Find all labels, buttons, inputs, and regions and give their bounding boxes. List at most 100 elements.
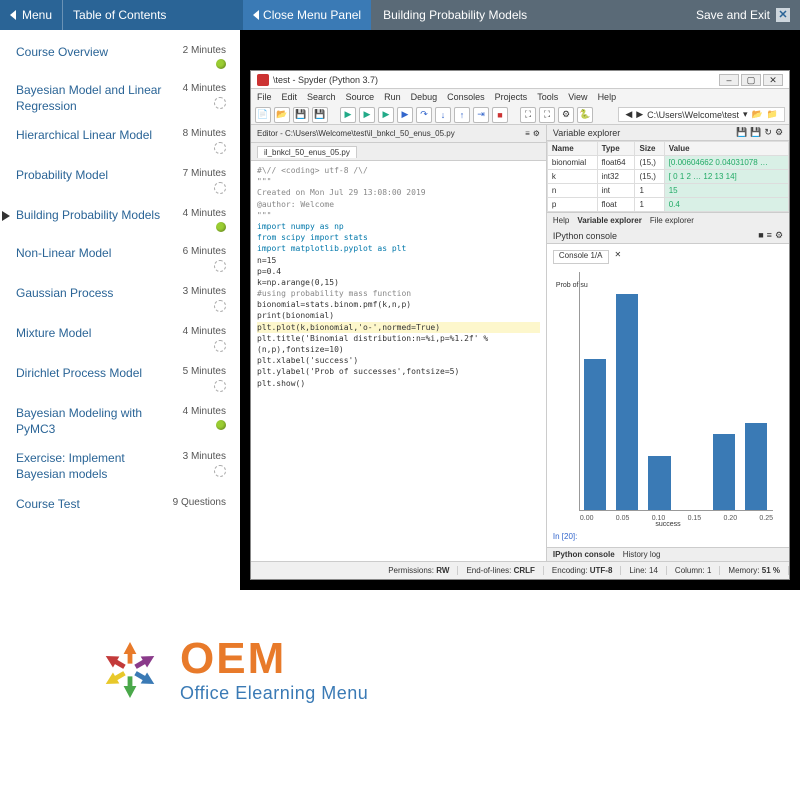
toc-item-label: Dirichlet Process Model: [16, 366, 166, 382]
toc-item[interactable]: Bayesian Model and Linear Regression4 Mi…: [0, 76, 240, 121]
toc-item-label: Bayesian Modeling with PyMC3: [16, 406, 166, 437]
new-file-icon[interactable]: 📄: [255, 107, 271, 123]
toc-item[interactable]: Course Overview2 Minutes: [0, 38, 240, 76]
variable-row[interactable]: kint32(15,)[ 0 1 2 … 12 13 14]: [547, 170, 788, 184]
bar: [616, 294, 639, 510]
toc-item[interactable]: Building Probability Models4 Minutes: [0, 201, 240, 239]
step-over-icon[interactable]: ↷: [416, 107, 432, 123]
toc-item-label: Bayesian Model and Linear Regression: [16, 83, 166, 114]
run-icon[interactable]: ▶: [340, 107, 356, 123]
panel-tab[interactable]: Variable explorer: [577, 216, 641, 225]
menubar-item[interactable]: Debug: [411, 92, 438, 102]
maximize-button[interactable]: ▢: [741, 74, 761, 86]
menubar-item[interactable]: View: [568, 92, 587, 102]
options-icon[interactable]: ⚙: [775, 127, 783, 138]
stop-icon[interactable]: ■: [492, 107, 508, 123]
logo-subtitle: Office Elearning Menu: [180, 683, 368, 704]
close-icon[interactable]: ✕: [776, 8, 790, 22]
toc-item[interactable]: Gaussian Process3 Minutes: [0, 279, 240, 319]
toc-item[interactable]: Probability Model7 Minutes: [0, 161, 240, 201]
menubar-item[interactable]: Search: [307, 92, 336, 102]
toc-item[interactable]: Exercise: Implement Bayesian models3 Min…: [0, 444, 240, 489]
console-footer-tab[interactable]: IPython console: [553, 550, 615, 559]
toc-item[interactable]: Bayesian Modeling with PyMC34 Minutes: [0, 399, 240, 444]
console-tab[interactable]: Console 1/A: [553, 250, 609, 264]
code-editor[interactable]: #\// <coding> utf-8 /\/"""Created on Mon…: [251, 161, 546, 561]
back-icon[interactable]: ◀: [625, 109, 632, 120]
menubar-item[interactable]: File: [257, 92, 272, 102]
maximize-pane-icon[interactable]: ⛶: [520, 107, 536, 123]
status-done-icon: [216, 222, 226, 232]
variable-explorer[interactable]: NameTypeSizeValuebionomialfloat64(15,)[0…: [547, 141, 789, 212]
toc-sidebar: Course Overview2 MinutesBayesian Model a…: [0, 30, 240, 590]
panel-tab[interactable]: File explorer: [650, 216, 694, 225]
status-loading-icon: [214, 97, 226, 109]
close-tab-icon[interactable]: ✕: [615, 250, 622, 264]
run-selection-icon[interactable]: ▶: [378, 107, 394, 123]
open-icon[interactable]: 📂: [274, 107, 290, 123]
save-icon[interactable]: 💾: [293, 107, 309, 123]
variable-row[interactable]: bionomialfloat64(15,)[0.00604662 0.04031…: [547, 156, 788, 170]
options-icon[interactable]: ≡: [767, 230, 772, 241]
plot-ylabel: Prob of su: [556, 282, 588, 289]
parent-folder-icon[interactable]: 📁: [767, 109, 778, 120]
step-out-icon[interactable]: ↑: [454, 107, 470, 123]
save-and-exit-button[interactable]: Save and Exit ✕: [686, 0, 800, 30]
forward-icon[interactable]: ▶: [636, 109, 643, 120]
variable-row[interactable]: pfloat10.4: [547, 198, 788, 212]
status-done-icon: [216, 59, 226, 69]
toc-heading: Table of Contents: [63, 0, 243, 30]
toc-item-label: Mixture Model: [16, 326, 166, 342]
close-menu-panel-button[interactable]: Close Menu Panel: [243, 0, 371, 30]
toc-item-label: Building Probability Models: [16, 208, 166, 224]
dropdown-icon[interactable]: ▾: [743, 109, 748, 120]
console-footer-tabs: IPython console History log: [547, 547, 789, 561]
run-cell-icon[interactable]: ▶: [359, 107, 375, 123]
step-into-icon[interactable]: ↓: [435, 107, 451, 123]
python-path-icon[interactable]: 🐍: [577, 107, 593, 123]
status-loading-icon: [214, 300, 226, 312]
options-icon[interactable]: ⚙: [533, 129, 540, 138]
close-window-button[interactable]: ✕: [763, 74, 783, 86]
working-directory[interactable]: ◀ ▶ C:\Users\Welcome\test ▾ 📂 📁: [618, 107, 785, 122]
menubar-item[interactable]: Source: [346, 92, 375, 102]
toc-item-label: Gaussian Process: [16, 286, 166, 302]
menubar-item[interactable]: Consoles: [447, 92, 485, 102]
toc-item-label: Exercise: Implement Bayesian models: [16, 451, 166, 482]
toc-item-label: Course Overview: [16, 45, 166, 61]
editor-tab[interactable]: il_bnkcl_50_enus_05.py: [257, 146, 357, 158]
import-data-icon[interactable]: 💾: [736, 127, 747, 138]
browse-tabs-icon[interactable]: ≡: [525, 129, 530, 138]
continue-icon[interactable]: ⇥: [473, 107, 489, 123]
save-all-icon[interactable]: 💾: [312, 107, 328, 123]
toc-item[interactable]: Non-Linear Model6 Minutes: [0, 239, 240, 279]
console-footer-tab[interactable]: History log: [623, 550, 661, 559]
menubar-item[interactable]: Run: [384, 92, 401, 102]
fullscreen-icon[interactable]: ⛶: [539, 107, 555, 123]
toc-item[interactable]: Mixture Model4 Minutes: [0, 319, 240, 359]
menubar-item[interactable]: Tools: [537, 92, 558, 102]
toc-item[interactable]: Dirichlet Process Model5 Minutes: [0, 359, 240, 399]
preferences-icon[interactable]: ⚙: [558, 107, 574, 123]
browse-folder-icon[interactable]: 📂: [752, 109, 763, 120]
panel-tab[interactable]: Help: [553, 216, 569, 225]
debug-icon[interactable]: ▶: [397, 107, 413, 123]
menubar-item[interactable]: Help: [598, 92, 617, 102]
editor-pane-header: Editor - C:\Users\Welcome\test\il_bnkcl_…: [251, 125, 546, 143]
menubar-item[interactable]: Edit: [282, 92, 298, 102]
gear-icon[interactable]: ⚙: [775, 230, 783, 241]
menubar-item[interactable]: Projects: [495, 92, 528, 102]
refresh-icon[interactable]: ↻: [764, 127, 772, 138]
bar: [713, 434, 736, 510]
minimize-button[interactable]: –: [719, 74, 739, 86]
variable-row[interactable]: nint115: [547, 184, 788, 198]
save-data-icon[interactable]: 💾: [750, 127, 761, 138]
toc-item[interactable]: Hierarchical Linear Model8 Minutes: [0, 121, 240, 161]
stop-console-icon[interactable]: ■: [758, 230, 763, 241]
ide-menubar: File Edit Search Source Run Debug Consoles Proj…: [251, 89, 789, 105]
ipython-console[interactable]: Console 1/A ✕ Prob of su 0.000.050.100.1…: [547, 244, 789, 547]
menu-button[interactable]: Menu: [0, 0, 62, 30]
toc-item-duration: 9 Questions: [166, 497, 226, 508]
ipython-console-title: IPython console ■ ≡ ⚙: [547, 228, 789, 244]
toc-item[interactable]: Course Test9 Questions: [0, 490, 240, 520]
